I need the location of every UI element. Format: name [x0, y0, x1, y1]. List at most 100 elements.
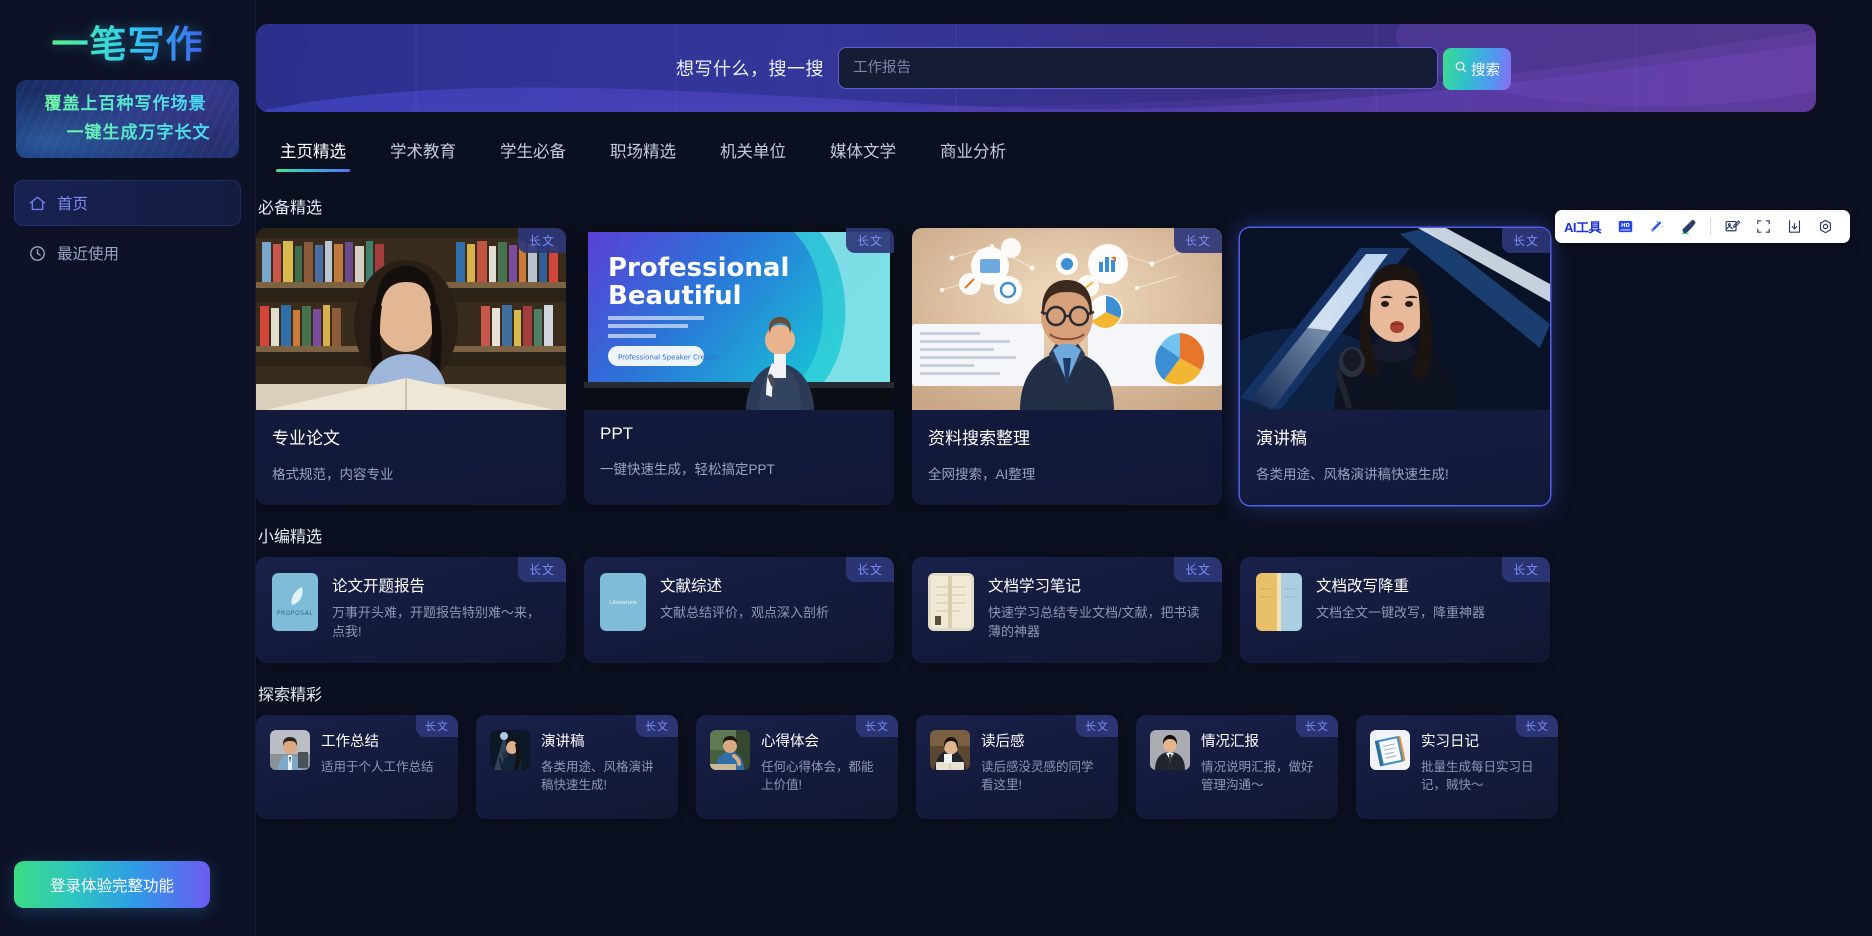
download-icon[interactable] [1779, 210, 1810, 243]
promo-banner[interactable]: 覆盖上百种写作场景 一键生成万字长文 [16, 80, 239, 158]
tab-student[interactable]: 学生必备 [478, 128, 588, 176]
svg-text:PROPOSAL: PROPOSAL [277, 610, 313, 617]
tab-business-analysis[interactable]: 商业分析 [918, 128, 1028, 176]
crop-icon[interactable] [1748, 210, 1779, 243]
promo-line-1: 覆盖上百种写作场景 [45, 90, 207, 119]
tab-workplace[interactable]: 职场精选 [588, 128, 698, 176]
search-field[interactable]: 搜索 [838, 47, 1511, 90]
card-body: 资料搜索整理 全网搜索，AI整理 [912, 410, 1222, 505]
card-thumbnail-analyst [912, 228, 1222, 410]
worker-photo-icon [270, 730, 310, 770]
student-photo-icon [710, 730, 750, 770]
section-title-explore: 探索精彩 [258, 687, 323, 704]
card-professional-thesis[interactable]: 长文 专业论文 格式规范，内容专业 [256, 228, 566, 505]
card-text: 文献综述 文献总结评价，观点深入剖析 [660, 573, 878, 647]
search-button-label: 搜索 [1471, 62, 1500, 79]
card-text: 工作总结 适用于个人工作总结 [321, 730, 434, 804]
card-title: 演讲稿 [1256, 429, 1307, 448]
floating-ai-toolbar[interactable]: AI工具 HD [1554, 210, 1850, 243]
card-literature-review[interactable]: Literature 文献综述 文献总结评价，观点深入剖析 长文 [584, 557, 894, 663]
card-desc: 文献总结评价，观点深入剖析 [660, 605, 830, 620]
card-desc: 一键快速生成，轻松搞定PPT [600, 462, 775, 477]
magic-wand-icon[interactable] [1641, 210, 1672, 243]
app-logo[interactable]: 一笔写作 [0, 0, 255, 76]
manager-photo-icon [1150, 730, 1190, 770]
tab-media-literature[interactable]: 媒体文学 [808, 128, 918, 176]
card-desc: 任何心得体会，都能上价值! [761, 760, 874, 793]
card-desc: 适用于个人工作总结 [321, 760, 434, 774]
eraser-icon[interactable] [1672, 210, 1704, 243]
card-body: 演讲稿 各类用途、风格演讲稿快速生成! [1240, 410, 1550, 505]
home-icon [28, 194, 47, 213]
card-tag: 长文 [517, 557, 566, 582]
clock-icon [28, 244, 47, 263]
tab-government[interactable]: 机关单位 [698, 128, 808, 176]
card-internship-diary[interactable]: 实习日记 批量生成每日实习日记，贼快～ 长文 [1356, 715, 1558, 819]
svg-text:Literature: Literature [609, 600, 637, 606]
card-desc: 批量生成每日实习日记，贼快～ [1421, 760, 1534, 793]
tab-home-featured[interactable]: 主页精选 [258, 128, 368, 176]
card-speech-draft[interactable]: 长文 演讲稿 各类用途、风格演讲稿快速生成! [1240, 228, 1550, 505]
card-title: 文档学习笔记 [988, 578, 1082, 595]
card-research-organize[interactable]: 长文 资料搜索整理 全网搜索，AI整理 [912, 228, 1222, 505]
card-tag: 长文 [636, 715, 678, 737]
rewrite-icon [1256, 573, 1302, 631]
search-banner: 想写什么，搜一搜 搜索 [256, 24, 1816, 112]
card-title: 文档改写降重 [1316, 578, 1410, 595]
card-title: 资料搜索整理 [928, 429, 1030, 448]
card-speech-draft-small[interactable]: 演讲稿 各类用途、风格演讲稿快速生成! 长文 [476, 715, 678, 819]
card-desc: 文档全文一键改写，降重神器 [1316, 605, 1486, 620]
card-desc: 读后感没灵感的同学看这里! [981, 760, 1094, 793]
card-thumbnail-library [256, 228, 566, 410]
ai-tools-label[interactable]: AI工具 [1564, 217, 1610, 236]
category-tabs: 主页精选 学术教育 学生必备 职场精选 机关单位 媒体文学 商业分析 [256, 128, 1844, 176]
card-tag: 长文 [845, 228, 894, 253]
login-button[interactable]: 登录体验完整功能 [14, 861, 210, 908]
search-icon [1454, 60, 1468, 78]
card-work-summary[interactable]: 工作总结 适用于个人工作总结 长文 [256, 715, 458, 819]
card-tag: 长文 [1516, 715, 1558, 737]
main-content: AI工具 HD 想写什么，搜一搜 工作报告 搜索 主页精选 学术教育 学生必备 … [256, 0, 1872, 936]
sidebar: 一笔写作 覆盖上百种写作场景 一键生成万字长文 首页 最近使用 登录体验完整功能 [0, 0, 256, 936]
stage-photo-icon [490, 730, 530, 770]
card-reflection[interactable]: 心得体会 任何心得体会，都能上价值! 长文 [696, 715, 898, 819]
search-input[interactable] [839, 48, 1437, 88]
svg-text:Professional Speaker Creator: Professional Speaker Creator [618, 354, 719, 362]
sidebar-item-recent[interactable]: 最近使用 [14, 230, 241, 276]
card-title: 论文开题报告 [332, 578, 426, 595]
card-tag: 长文 [517, 228, 566, 253]
settings-icon[interactable] [1810, 210, 1841, 243]
card-tag: 长文 [1076, 715, 1118, 737]
reader-photo-icon [930, 730, 970, 770]
card-text: 实习日记 批量生成每日实习日记，贼快～ [1421, 730, 1544, 804]
search-row: 想写什么，搜一搜 搜索 [256, 47, 1816, 90]
card-study-notes[interactable]: 文档学习笔记 快速学习总结专业文档/文献，把书读薄的神器 长文 [912, 557, 1222, 663]
notebook-photo-icon [1370, 730, 1410, 770]
card-text: 文档改写降重 文档全文一键改写，降重神器 [1316, 573, 1534, 647]
editor-picks-card-row: PROPOSAL 论文开题报告 万事开头难，开题报告特别难～来，点我! 长文 L… [256, 557, 1844, 663]
search-button[interactable]: 搜索 [1443, 48, 1511, 90]
content-wrapper: 想写什么，搜一搜 搜索 [256, 24, 1872, 819]
card-thumbnail-ppt: Professional Beautiful Professional Spea… [584, 228, 894, 410]
card-book-report[interactable]: 读后感 读后感没灵感的同学看这里! 长文 [916, 715, 1118, 819]
card-document-rewrite[interactable]: 文档改写降重 文档全文一键改写，降重神器 长文 [1240, 557, 1550, 663]
card-desc: 各类用途、风格演讲稿快速生成! [1256, 467, 1449, 482]
card-desc: 全网搜索，AI整理 [928, 467, 1036, 482]
card-ppt[interactable]: Professional Beautiful Professional Spea… [584, 228, 894, 505]
tab-academic[interactable]: 学术教育 [368, 128, 478, 176]
app-root: 一笔写作 覆盖上百种写作场景 一键生成万字长文 首页 最近使用 登录体验完整功能… [0, 0, 1872, 936]
image-edit-icon[interactable] [1717, 210, 1748, 243]
sidebar-item-home[interactable]: 首页 [14, 180, 241, 226]
card-desc: 快速学习总结专业文档/文献，把书读薄的神器 [988, 605, 1200, 639]
card-text: 心得体会 任何心得体会，都能上价值! [761, 730, 884, 804]
card-title: PPT [600, 424, 634, 443]
search-label: 想写什么，搜一搜 [676, 59, 824, 79]
app-logo-text: 一笔写作 [52, 14, 204, 68]
literature-icon: Literature [600, 573, 646, 631]
promo-line-2: 一键生成万字长文 [67, 119, 211, 148]
svg-text:Beautiful: Beautiful [608, 281, 742, 311]
card-desc: 格式规范，内容专业 [272, 467, 394, 482]
hd-icon[interactable]: HD [1610, 210, 1641, 243]
card-thesis-proposal[interactable]: PROPOSAL 论文开题报告 万事开头难，开题报告特别难～来，点我! 长文 [256, 557, 566, 663]
card-status-report[interactable]: 情况汇报 情况说明汇报，做好管理沟通～ 长文 [1136, 715, 1338, 819]
